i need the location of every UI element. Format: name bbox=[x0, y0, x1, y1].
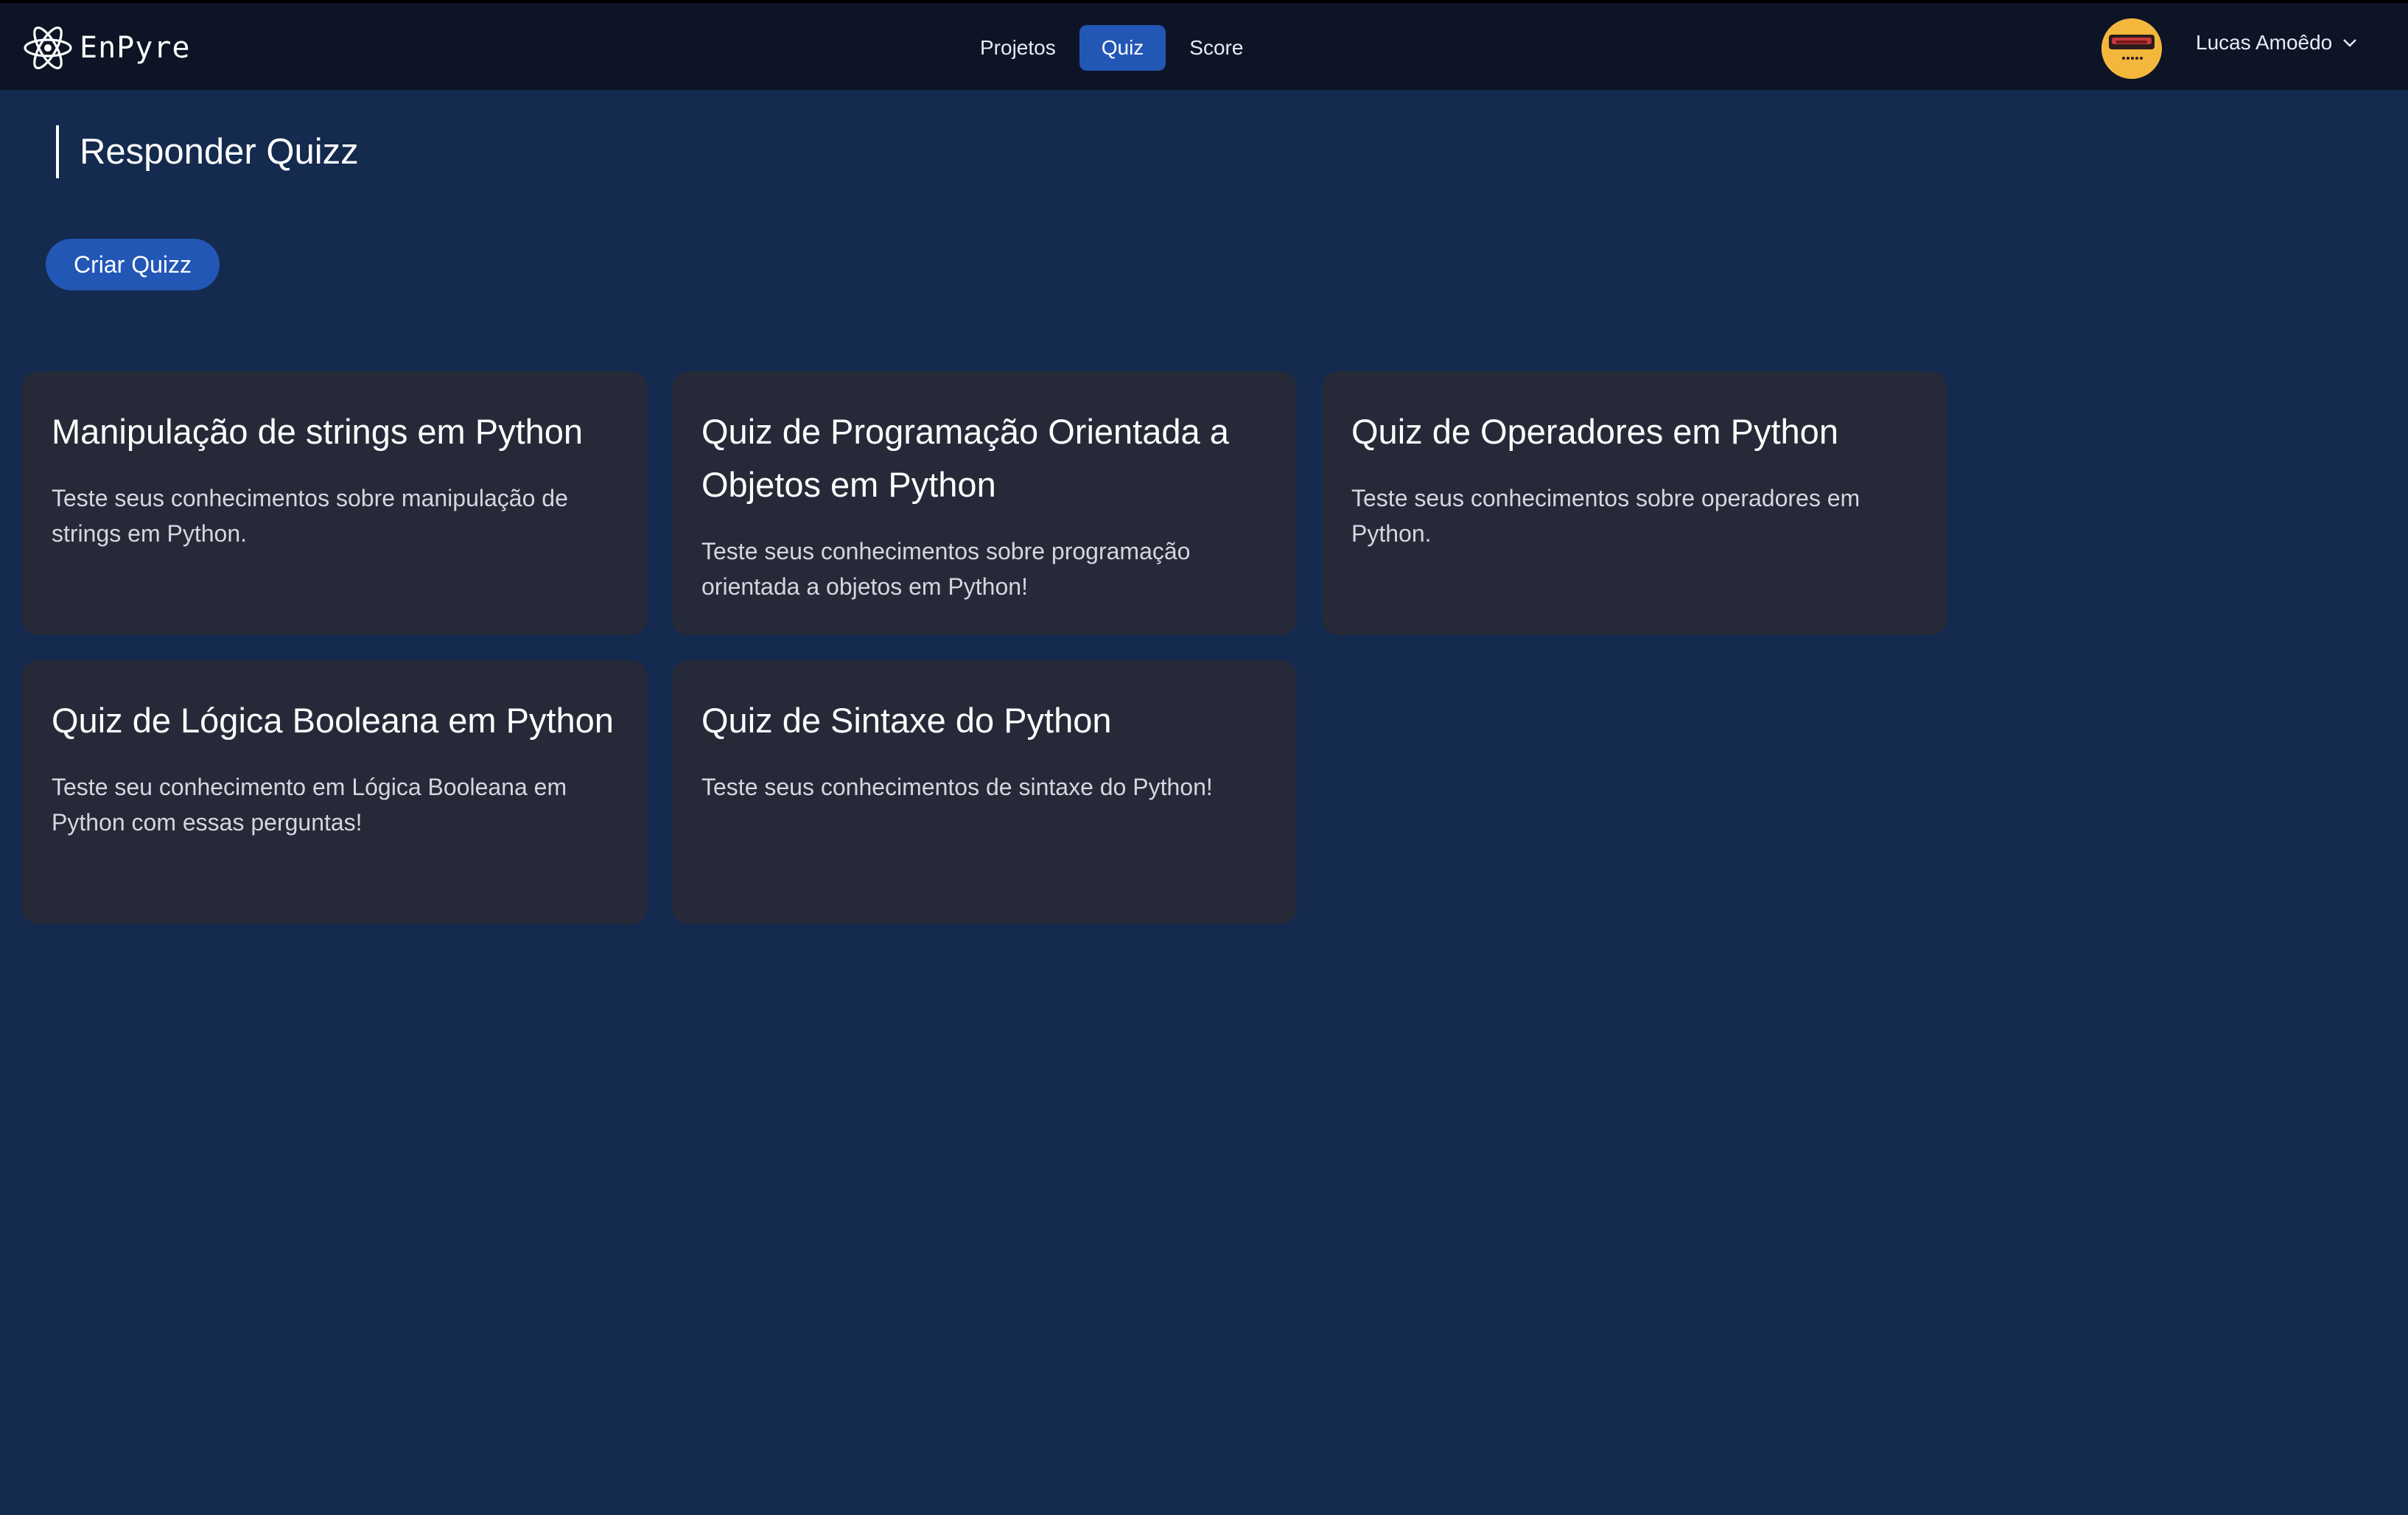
top-navbar: EnPyre Projetos Quiz Score Lucas Amoêdo bbox=[0, 0, 2408, 90]
app-logo[interactable]: EnPyre bbox=[22, 22, 191, 74]
quiz-card-title: Quiz de Operadores em Python bbox=[1351, 412, 1838, 451]
quiz-card-description: Teste seus conhecimentos sobre operadore… bbox=[1351, 485, 1861, 547]
quiz-card[interactable]: Quiz de Lógica Booleana em Python Teste … bbox=[22, 660, 647, 924]
create-quiz-button[interactable]: Criar Quizz bbox=[46, 239, 220, 290]
user-name: Lucas Amoêdo bbox=[2196, 31, 2333, 54]
quiz-card-description: Teste seu conhecimento em Lógica Boolean… bbox=[52, 774, 567, 836]
nav-item-score[interactable]: Score bbox=[1167, 25, 1265, 71]
quiz-card[interactable]: Quiz de Programação Orientada a Objetos … bbox=[672, 371, 1297, 635]
main-nav: Projetos Quiz Score bbox=[958, 25, 1267, 71]
page-title: Responder Quizz bbox=[56, 125, 359, 178]
user-menu[interactable]: Lucas Amoêdo bbox=[2196, 31, 2357, 55]
quiz-card-description: Teste seus conhecimentos de sintaxe do P… bbox=[701, 774, 1213, 800]
quiz-card-title: Manipulação de strings em Python bbox=[52, 412, 584, 451]
avatar[interactable] bbox=[2101, 18, 2162, 79]
atom-logo-icon bbox=[24, 26, 72, 70]
quiz-card[interactable]: Quiz de Sintaxe do Python Teste seus con… bbox=[672, 660, 1297, 924]
quiz-card-title: Quiz de Sintaxe do Python bbox=[701, 701, 1112, 740]
quiz-card[interactable]: Quiz de Operadores em Python Teste seus … bbox=[1322, 371, 1947, 635]
nav-item-quiz[interactable]: Quiz bbox=[1079, 25, 1166, 71]
avatar-icon bbox=[2101, 18, 2162, 79]
nav-item-projetos[interactable]: Projetos bbox=[958, 25, 1078, 71]
quiz-card-title: Quiz de Lógica Booleana em Python bbox=[52, 701, 614, 740]
chevron-down-icon bbox=[2343, 39, 2357, 47]
quiz-card-description: Teste seus conhecimentos sobre programaç… bbox=[701, 538, 1191, 600]
quiz-card-description: Teste seus conhecimentos sobre manipulaç… bbox=[52, 485, 568, 547]
quiz-card[interactable]: Manipulação de strings em Python Teste s… bbox=[22, 371, 647, 635]
logo-text: EnPyre bbox=[80, 31, 191, 65]
quiz-card-title: Quiz de Programação Orientada a Objetos … bbox=[701, 412, 1229, 504]
